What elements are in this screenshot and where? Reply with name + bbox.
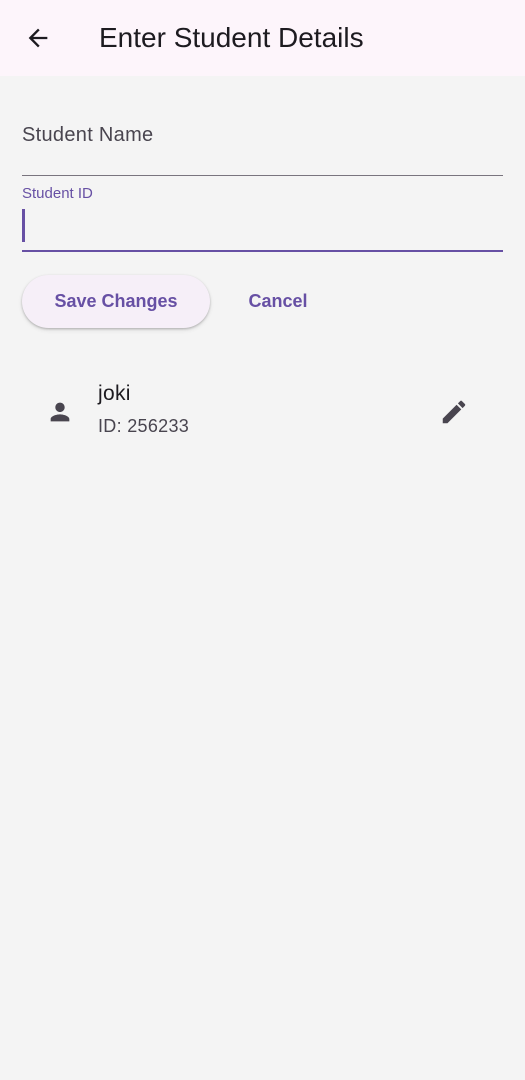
cancel-button[interactable]: Cancel <box>230 275 326 328</box>
save-changes-button[interactable]: Save Changes <box>22 275 210 328</box>
arrow-back-icon <box>28 28 48 48</box>
student-id: ID: 256233 <box>98 416 190 436</box>
person-icon <box>50 402 70 422</box>
student-name: joki <box>98 382 131 405</box>
text-cursor <box>22 209 25 242</box>
student-list-item[interactable]: joki ID: 256233 <box>0 366 525 456</box>
page-title: Enter Student Details <box>99 22 364 53</box>
student-name-input[interactable] <box>22 118 503 175</box>
edit-icon <box>442 400 466 424</box>
back-button[interactable] <box>14 14 62 62</box>
student-id-label: Student ID <box>22 185 93 202</box>
app-bar: Enter Student Details <box>0 0 525 76</box>
student-id-input[interactable] <box>26 206 496 244</box>
student-id-field[interactable]: Student ID <box>22 182 503 252</box>
edit-button[interactable] <box>430 388 478 436</box>
student-name-field[interactable]: Student Name <box>22 118 503 176</box>
